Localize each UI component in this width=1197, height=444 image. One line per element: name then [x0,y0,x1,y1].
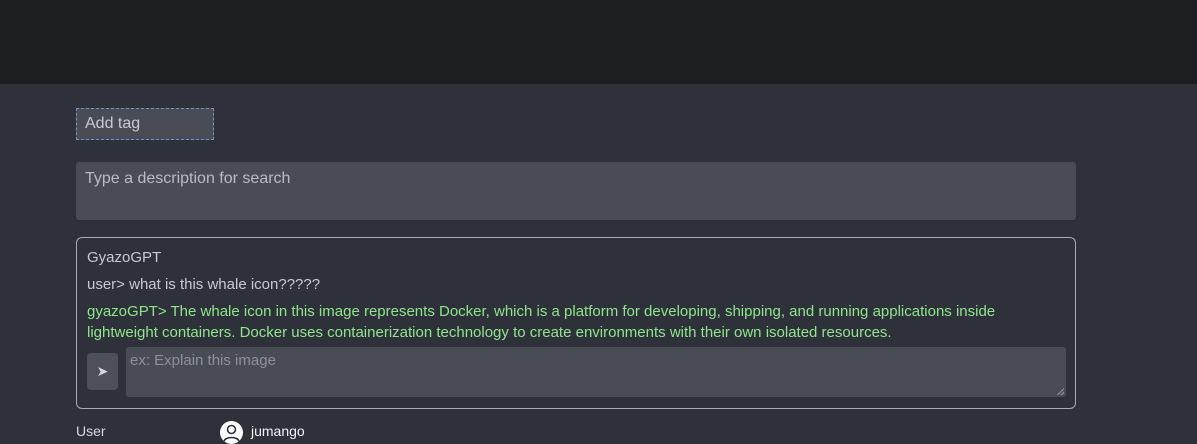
gyazogpt-panel: GyazoGPT user> what is this whale icon??… [76,237,1076,409]
user-message: user> what is this whale icon????? [87,276,321,293]
add-tag-input[interactable]: Add tag [76,108,214,140]
user-avatar-icon[interactable] [220,421,243,444]
resize-handle[interactable] [1056,387,1064,395]
gpt-panel-title: GyazoGPT [87,249,162,266]
username-link[interactable]: jumango [251,423,305,439]
prompt-placeholder: ex: Explain this image [130,352,276,369]
gpt-response: gyazoGPT> The whale icon in this image r… [87,303,996,341]
search-description-input[interactable]: Type a description for search [76,162,1076,220]
send-arrow-icon: ➤ [96,363,109,379]
top-bar [0,0,1197,84]
gpt-prompt-input[interactable]: ex: Explain this image [126,347,1066,397]
send-button[interactable]: ➤ [87,353,118,390]
user-label: User [76,423,106,439]
